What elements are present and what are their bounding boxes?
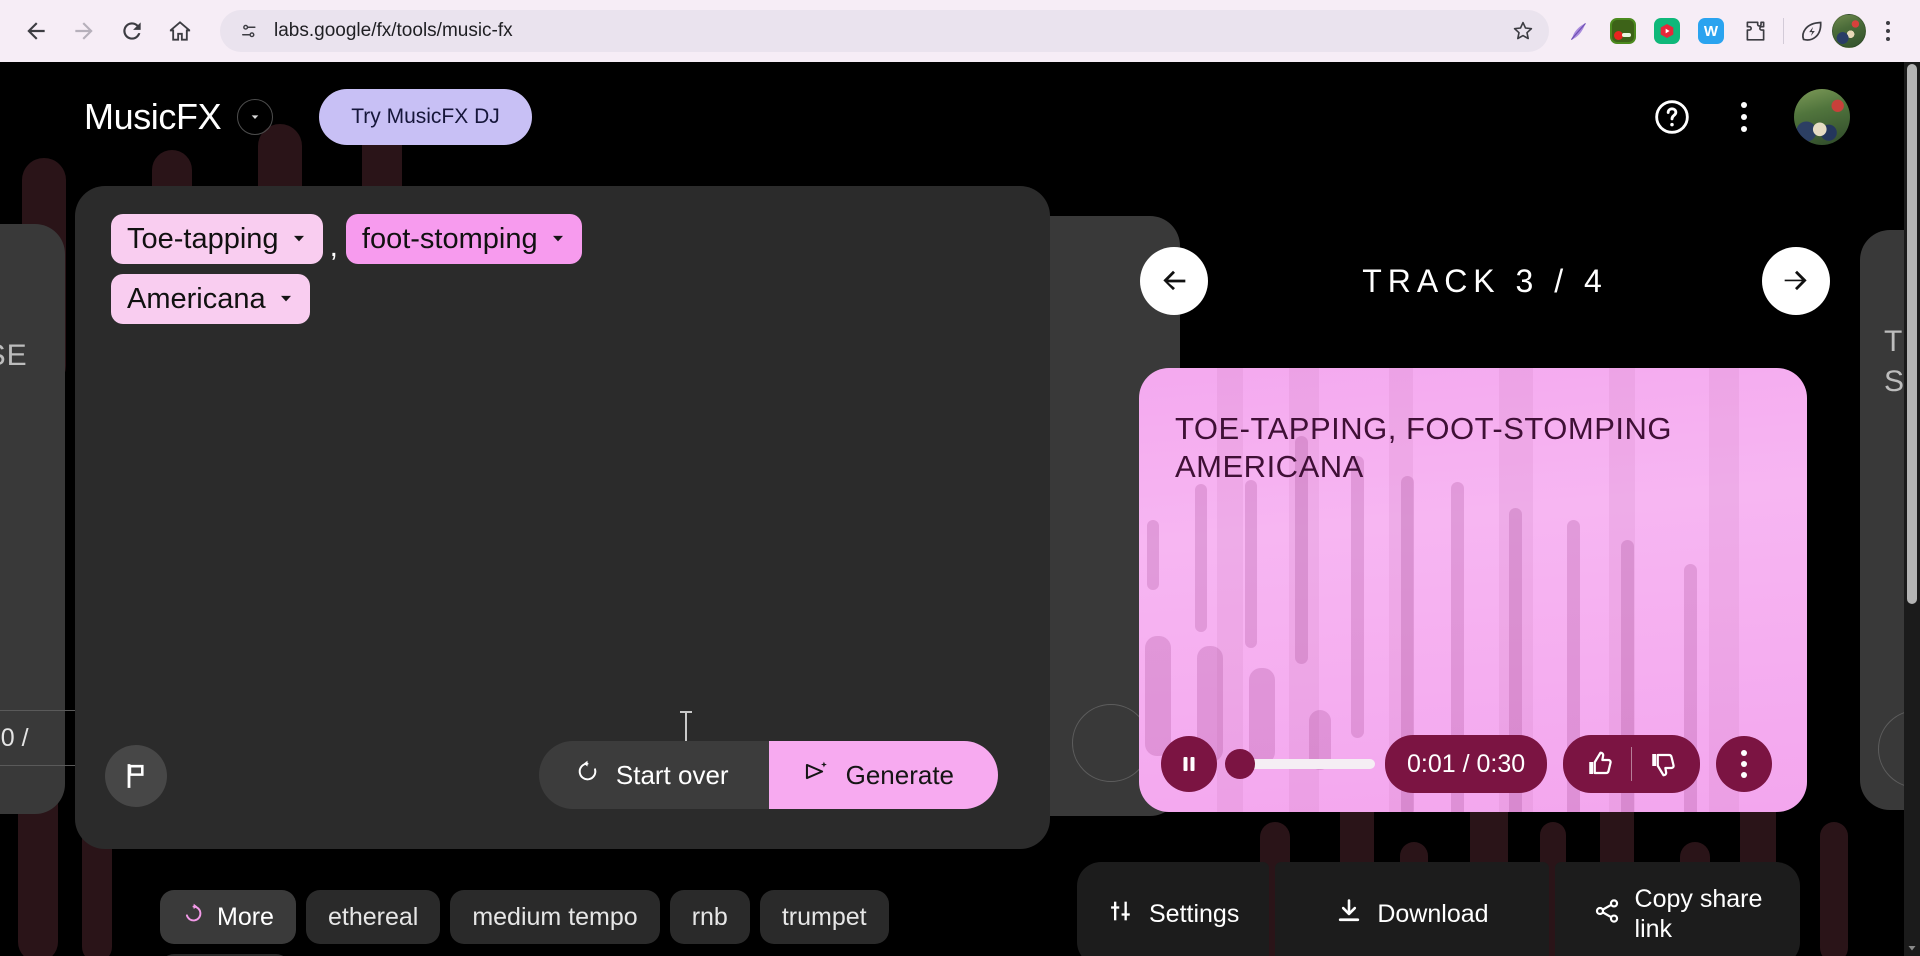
chrome-menu-icon[interactable]	[1870, 11, 1906, 51]
prompt-chip[interactable]: Toe-tapping	[111, 214, 323, 264]
settings-label: Settings	[1149, 899, 1240, 928]
suggestion-tags: More ethereal medium tempo rnb trumpet m…	[160, 890, 990, 956]
download-button[interactable]: Download	[1275, 862, 1549, 956]
seek-thumb[interactable]	[1225, 749, 1255, 779]
grammar-assistant-extension-icon[interactable]	[1559, 11, 1599, 51]
track-title: TOE-TAPPING, FOOT-STOMPING AMERICANA	[1175, 411, 1672, 484]
rating-group	[1563, 735, 1701, 793]
pause-button[interactable]	[1161, 736, 1217, 792]
extensions-puzzle-icon[interactable]	[1735, 11, 1775, 51]
prompt-chip-label: foot-stomping	[361, 222, 538, 255]
sliders-icon	[1107, 897, 1135, 932]
restart-icon	[575, 759, 600, 791]
peek-left-title: USE	[0, 339, 28, 372]
musicfx-app: MusicFX Try MusicFX DJ USE 0:00 / Toe-ta…	[0, 62, 1920, 956]
app-header: MusicFX Try MusicFX DJ	[0, 62, 1904, 172]
scrollbar-thumb[interactable]	[1907, 64, 1917, 604]
address-bar[interactable]: labs.google/fx/tools/music-fx	[220, 10, 1549, 52]
site-info-icon[interactable]	[234, 16, 264, 46]
tag-chip[interactable]: medium tempo	[450, 890, 660, 944]
next-track-button[interactable]	[1762, 247, 1830, 315]
wappalyzer-extension-icon[interactable]: W	[1691, 11, 1731, 51]
prompt-chip-label: Toe-tapping	[127, 222, 279, 255]
start-over-button[interactable]: Start over	[538, 741, 769, 809]
copy-share-link-label: Copy share link	[1634, 885, 1763, 943]
browser-back-button[interactable]	[14, 9, 58, 53]
toolbar-divider	[1783, 18, 1784, 44]
url-text[interactable]: labs.google/fx/tools/music-fx	[274, 20, 1505, 42]
seek-slider[interactable]	[1225, 736, 1375, 792]
help-icon[interactable]	[1650, 95, 1694, 139]
app-brand-title: MusicFX	[84, 96, 222, 137]
browser-reload-button[interactable]	[110, 9, 154, 53]
video-downloader-extension-icon[interactable]	[1647, 11, 1687, 51]
brand-chevron-down-icon[interactable]	[237, 99, 274, 135]
track-action-bar: Settings Download Copy share link	[1077, 862, 1801, 956]
account-avatar[interactable]	[1794, 89, 1850, 145]
chip-separator: ,	[329, 230, 338, 263]
track-more-menu-icon[interactable]	[1716, 736, 1773, 792]
more-label: More	[217, 902, 274, 931]
previous-track-button[interactable]	[1140, 247, 1208, 315]
leaf-energy-saver-icon[interactable]	[1792, 11, 1832, 51]
settings-button[interactable]: Settings	[1077, 862, 1270, 956]
refresh-icon	[182, 902, 205, 932]
generate-button[interactable]: Generate	[768, 741, 998, 809]
chrome-profile-avatar[interactable]	[1832, 14, 1866, 48]
browser-forward-button[interactable]	[62, 9, 106, 53]
generate-label: Generate	[845, 759, 954, 790]
copy-share-link-button[interactable]: Copy share link	[1554, 862, 1801, 956]
tag-chip[interactable]: trumpet	[759, 890, 889, 944]
report-flag-button[interactable]	[105, 745, 167, 807]
browser-toolbar: labs.google/fx/tools/music-fx W	[0, 0, 1920, 62]
track-card[interactable]: TOE-TAPPING, FOOT-STOMPING AMERICANA 0:0…	[1139, 368, 1807, 812]
more-suggestions-button[interactable]: More	[160, 890, 296, 944]
peek-right-title: TS	[1884, 325, 1905, 398]
download-label: Download	[1377, 899, 1489, 928]
chevron-down-icon[interactable]	[289, 223, 309, 256]
send-sparkle-icon	[803, 758, 830, 792]
bookmark-star-icon[interactable]	[1505, 13, 1541, 49]
prompt-actions: Start over Generate	[538, 741, 998, 809]
screen-recorder-extension-icon[interactable]	[1603, 11, 1643, 51]
tag-chip[interactable]: ethereal	[305, 890, 441, 944]
header-actions	[1650, 89, 1850, 145]
share-icon	[1593, 897, 1621, 932]
prompt-chip-label: Americana	[127, 282, 266, 315]
previous-track-card-peek[interactable]: USE 0:00 /	[0, 224, 145, 814]
thumbs-down-icon[interactable]	[1632, 735, 1694, 793]
tag-chip[interactable]: rnb	[669, 890, 750, 944]
time-display: 0:01 / 0:30	[1385, 735, 1548, 793]
prompt-chip-list: Toe-tapping , foot-stomping Americana	[111, 214, 1014, 334]
extensions-row: W	[1559, 11, 1775, 51]
chevron-down-icon[interactable]	[548, 223, 568, 256]
track-navigation: TRACK 3 / 4	[1140, 242, 1830, 320]
track-counter-label: TRACK 3 / 4	[1362, 262, 1608, 299]
prompt-panel[interactable]: Toe-tapping , foot-stomping Americana St…	[75, 186, 1050, 849]
download-icon	[1335, 897, 1363, 932]
try-musicfx-dj-button[interactable]: Try MusicFX DJ	[319, 89, 532, 145]
browser-home-button[interactable]	[158, 9, 202, 53]
player-controls: 0:01 / 0:30	[1139, 716, 1807, 812]
chevron-down-icon[interactable]	[276, 283, 296, 316]
start-over-label: Start over	[615, 759, 729, 790]
thumbs-up-icon[interactable]	[1569, 735, 1631, 793]
scroll-down-arrow[interactable]	[1904, 940, 1920, 956]
prompt-chip[interactable]: foot-stomping	[345, 214, 582, 264]
app-overflow-menu-icon[interactable]	[1722, 102, 1766, 132]
seek-track	[1247, 759, 1375, 769]
page-scrollbar[interactable]	[1904, 62, 1920, 956]
prompt-chip[interactable]: Americana	[111, 274, 310, 324]
